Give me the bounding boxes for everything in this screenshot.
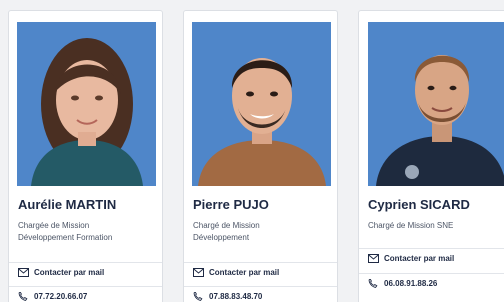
contact-phone-number: 06.08.91.88.26	[384, 279, 438, 288]
divider	[9, 262, 162, 263]
contact-phone-number: 07.72.20.66.07	[34, 292, 88, 301]
phone-icon	[368, 279, 379, 288]
contact-phone-link[interactable]: 07.88.83.48.70	[193, 292, 262, 301]
contact-email-label: Contacter par mail	[209, 268, 280, 277]
contact-photo	[17, 22, 156, 186]
contact-photo	[192, 22, 331, 186]
contact-role-line: Chargé de Mission	[193, 221, 260, 230]
contact-name: Aurélie MARTIN	[18, 197, 117, 212]
contact-role-line: Chargée de Mission	[18, 221, 90, 230]
phone-icon	[193, 292, 204, 301]
contact-card: Pierre PUJO Chargé de Mission Développem…	[183, 10, 338, 302]
contact-email-link[interactable]: Contacter par mail	[368, 254, 454, 263]
contact-name: Cyprien SICARD	[368, 197, 470, 212]
contact-role-line: Développement	[193, 233, 250, 242]
contact-email-link[interactable]: Contacter par mail	[18, 268, 104, 277]
contact-role: Chargé de Mission Développement	[193, 220, 333, 244]
team-contacts-section: Aurélie MARTIN Chargée de Mission Dévelo…	[0, 0, 504, 302]
contact-name: Pierre PUJO	[193, 197, 269, 212]
phone-icon	[18, 292, 29, 301]
contact-role: Chargée de Mission Développement Formati…	[18, 220, 158, 244]
divider	[184, 262, 337, 263]
contact-phone-link[interactable]: 06.08.91.88.26	[368, 279, 437, 288]
contact-card: Cyprien SICARD Chargé de Mission SNE Con…	[358, 10, 504, 302]
divider	[359, 273, 504, 274]
contact-role: Chargé de Mission SNE	[368, 220, 504, 232]
contact-photo	[368, 22, 504, 186]
envelope-icon	[18, 268, 29, 277]
contact-phone-number: 07.88.83.48.70	[209, 292, 263, 301]
envelope-icon	[368, 254, 379, 263]
contact-phone-link[interactable]: 07.72.20.66.07	[18, 292, 87, 301]
contact-email-link[interactable]: Contacter par mail	[193, 268, 279, 277]
envelope-icon	[193, 268, 204, 277]
contact-card: Aurélie MARTIN Chargée de Mission Dévelo…	[8, 10, 163, 302]
contact-email-label: Contacter par mail	[34, 268, 105, 277]
contact-email-label: Contacter par mail	[384, 254, 455, 263]
divider	[359, 248, 504, 249]
contact-role-line: Développement Formation	[18, 233, 113, 242]
divider	[184, 286, 337, 287]
contact-role-line: Chargé de Mission SNE	[368, 221, 454, 230]
divider	[9, 286, 162, 287]
